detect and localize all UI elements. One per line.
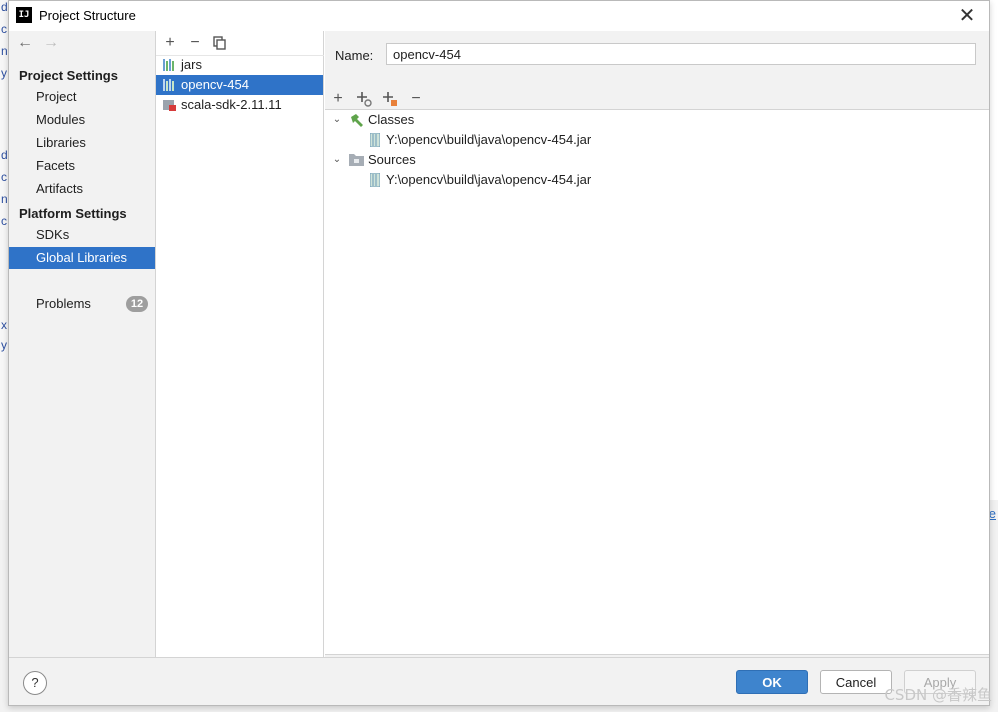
- library-list-panel: + − jars opencv-454 scala-sdk-2.11.11: [156, 31, 324, 657]
- background-text: c: [1, 170, 7, 184]
- background-text: c: [1, 22, 7, 36]
- background-text: y: [1, 338, 7, 352]
- intellij-app-icon: IJ: [16, 7, 32, 23]
- dialog-footer: ? OK Cancel Apply: [9, 657, 989, 705]
- sidebar-item-global-libraries[interactable]: Global Libraries: [9, 247, 155, 269]
- name-label: Name:: [335, 48, 374, 63]
- tree-node-sources[interactable]: ⌄ Sources: [325, 150, 989, 170]
- title-bar: IJ Project Structure ✕: [9, 1, 989, 31]
- add-icon[interactable]: +: [328, 89, 348, 109]
- sidebar-item-project[interactable]: Project: [9, 86, 155, 108]
- hammer-icon: [351, 114, 363, 127]
- window-title: Project Structure: [39, 8, 136, 23]
- remove-icon[interactable]: −: [406, 89, 426, 109]
- tree-label: Sources: [368, 152, 416, 167]
- jar-icon: [370, 133, 380, 147]
- tree-label: Y:\opencv\build\java\opencv-454.jar: [386, 172, 592, 187]
- arrow-left-icon[interactable]: ←: [17, 34, 43, 52]
- add-alternative-icon[interactable]: [380, 89, 400, 109]
- problems-count-badge: 12: [126, 296, 148, 312]
- remove-library-button[interactable]: −: [185, 33, 205, 53]
- tree-label: Classes: [368, 112, 415, 127]
- library-icon: [163, 59, 174, 71]
- library-icon: [163, 79, 174, 91]
- tree-node-classes[interactable]: ⌄ Classes: [325, 110, 989, 130]
- background-text: y: [1, 66, 7, 80]
- folder-icon: [349, 154, 364, 166]
- add-with-settings-icon[interactable]: [354, 89, 374, 109]
- library-toolbar: + −: [156, 31, 324, 56]
- roots-tree: ⌄ Classes Y:\opencv\build\java\opencv-45…: [325, 109, 989, 655]
- cancel-button[interactable]: Cancel: [820, 670, 892, 694]
- project-structure-dialog: IJ Project Structure ✕ ← → Project Settin…: [8, 0, 990, 706]
- background-text: c: [1, 214, 7, 228]
- watermark: CSDN @香辣鱼: [884, 686, 992, 704]
- arrow-right-icon[interactable]: →: [43, 34, 69, 52]
- navigation-arrows: ← →: [17, 34, 69, 52]
- name-field[interactable]: [386, 43, 976, 65]
- background-text: n: [1, 192, 8, 206]
- background-text: x: [1, 318, 7, 332]
- close-icon[interactable]: ✕: [955, 4, 979, 28]
- tree-label: Y:\opencv\build\java\opencv-454.jar: [386, 132, 592, 147]
- library-item-jars[interactable]: jars: [156, 55, 323, 75]
- help-button[interactable]: ?: [23, 671, 47, 695]
- library-label: scala-sdk-2.11.11: [181, 97, 282, 112]
- chevron-down-icon[interactable]: ⌄: [331, 150, 343, 170]
- roots-toolbar: + −: [325, 87, 989, 109]
- sidebar-item-modules[interactable]: Modules: [9, 109, 155, 131]
- copy-icon[interactable]: [210, 33, 230, 53]
- background-text: d: [1, 0, 8, 14]
- sidebar-item-facets[interactable]: Facets: [9, 155, 155, 177]
- library-detail-panel: Name: + − ⌄: [325, 31, 989, 657]
- library-label: opencv-454: [181, 77, 249, 92]
- sidebar-item-artifacts[interactable]: Artifacts: [9, 178, 155, 200]
- sidebar-item-libraries[interactable]: Libraries: [9, 132, 155, 154]
- add-library-button[interactable]: +: [160, 33, 180, 53]
- project-settings-header: Project Settings: [19, 68, 118, 83]
- background-text: n: [1, 44, 8, 58]
- chevron-down-icon[interactable]: ⌄: [331, 110, 343, 130]
- library-label: jars: [181, 57, 202, 72]
- tree-node-classes-jar[interactable]: Y:\opencv\build\java\opencv-454.jar: [325, 130, 989, 150]
- sidebar-item-sdks[interactable]: SDKs: [9, 224, 155, 246]
- settings-sidebar: ← → Project Settings Project Modules Libr…: [9, 31, 156, 657]
- jar-icon: [370, 173, 380, 187]
- ok-button[interactable]: OK: [736, 670, 808, 694]
- sidebar-item-problems[interactable]: Problems 12: [9, 293, 155, 315]
- problems-label: Problems: [36, 296, 91, 311]
- library-item-scala-sdk[interactable]: scala-sdk-2.11.11: [156, 95, 323, 115]
- tree-node-sources-jar[interactable]: Y:\opencv\build\java\opencv-454.jar: [325, 170, 989, 190]
- library-item-opencv-454[interactable]: opencv-454: [156, 75, 323, 95]
- platform-settings-header: Platform Settings: [19, 206, 127, 221]
- background-text: d: [1, 148, 8, 162]
- scala-sdk-icon: [163, 100, 176, 111]
